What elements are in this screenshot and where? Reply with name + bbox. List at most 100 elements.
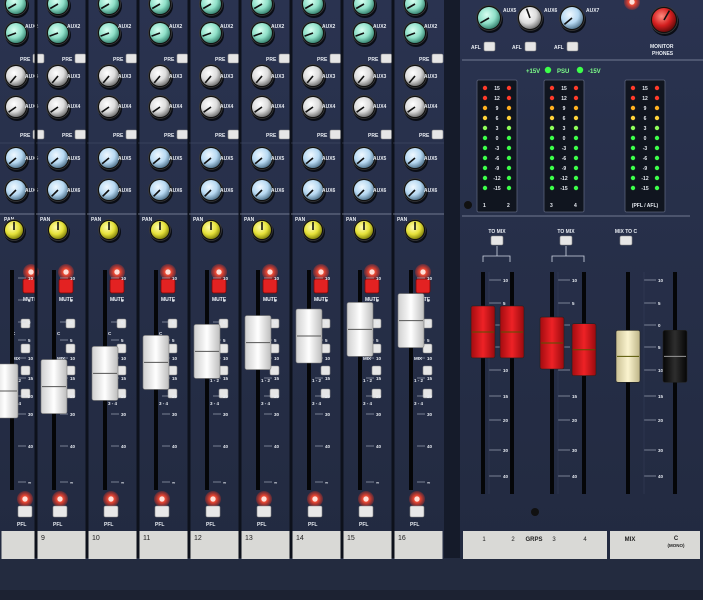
- pre-button[interactable]: [278, 53, 291, 64]
- pfl-button[interactable]: [17, 505, 33, 518]
- pre-button-2[interactable]: [278, 129, 291, 140]
- meter-led: [549, 85, 555, 91]
- meter-led: [482, 105, 488, 111]
- meter-led: [630, 145, 636, 151]
- to-mix-button-1[interactable]: [490, 235, 504, 246]
- grps-label: GRPS: [525, 537, 542, 543]
- aux5-label: AUX5: [271, 156, 285, 162]
- mute-led: [216, 269, 222, 275]
- routing-mix-button[interactable]: [20, 343, 31, 354]
- pre-button[interactable]: [380, 53, 393, 64]
- aux2-label: AUX2: [118, 24, 132, 30]
- afl-button[interactable]: [566, 41, 579, 52]
- pre-button[interactable]: [74, 53, 87, 64]
- pfl-button[interactable]: [358, 505, 374, 518]
- afl-button[interactable]: [524, 41, 537, 52]
- routing-threefour-label: 3 - 4: [210, 401, 220, 406]
- pre-button-2[interactable]: [227, 129, 240, 140]
- pfl-button[interactable]: [307, 505, 323, 518]
- pre-button-2[interactable]: [380, 129, 393, 140]
- pfl-button[interactable]: [154, 505, 170, 518]
- scale-label: 10: [70, 276, 76, 281]
- pre-button-2[interactable]: [329, 129, 342, 140]
- pre-button[interactable]: [227, 53, 240, 64]
- routing-mix-button[interactable]: [422, 343, 433, 354]
- mute-button[interactable]: [364, 278, 380, 294]
- afl-label: AFL: [512, 45, 522, 51]
- scale-label: ∞: [223, 480, 226, 485]
- scale-label: 30: [427, 412, 433, 417]
- pre-label: PRE: [419, 57, 430, 63]
- scale-label: 40: [121, 444, 127, 449]
- aux6-label: AUX6: [67, 188, 81, 194]
- master-scale-label: 20: [572, 418, 578, 423]
- afl-button[interactable]: [483, 41, 496, 52]
- pan-label: PAN: [193, 217, 204, 223]
- phones-label: PHONES: [652, 51, 674, 57]
- pfl-led: [210, 496, 216, 502]
- routing-onetwo-button[interactable]: [167, 365, 178, 376]
- pre-button[interactable]: [329, 53, 342, 64]
- routing-onetwo-button[interactable]: [20, 365, 31, 376]
- channel-number: 11: [143, 535, 150, 542]
- routing-onetwo-button[interactable]: [320, 365, 331, 376]
- aux4-label: AUX4: [373, 104, 387, 110]
- routing-onetwo-button[interactable]: [65, 365, 76, 376]
- pre-button-2[interactable]: [125, 129, 138, 140]
- pfl-button[interactable]: [103, 505, 119, 518]
- meter-scale-label: 9: [563, 106, 566, 112]
- routing-onetwo-button[interactable]: [371, 365, 382, 376]
- pre-button[interactable]: [176, 53, 189, 64]
- panel-screw: [464, 201, 472, 209]
- meter-scale-label: 12: [642, 96, 648, 102]
- panel-screw-2: [531, 508, 539, 516]
- mute-button[interactable]: [313, 278, 329, 294]
- routing-mix-button[interactable]: [371, 343, 382, 354]
- routing-onetwo-button[interactable]: [422, 365, 433, 376]
- routing-mix-button[interactable]: [167, 343, 178, 354]
- pfl-button[interactable]: [409, 505, 425, 518]
- pfl-button[interactable]: [256, 505, 272, 518]
- aux2-label: AUX2: [271, 24, 285, 30]
- mute-button[interactable]: [262, 278, 278, 294]
- aux5-label: AUX5: [322, 156, 336, 162]
- to-mix-button-2[interactable]: [559, 235, 573, 246]
- console-lip: [0, 590, 703, 600]
- meter-scale-label: -9: [495, 166, 500, 172]
- mute-button[interactable]: [415, 278, 431, 294]
- routing-mix-button[interactable]: [320, 343, 331, 354]
- pre-button[interactable]: [431, 53, 444, 64]
- routing-mix-button[interactable]: [269, 343, 280, 354]
- mix-to-c-button[interactable]: [619, 235, 633, 246]
- pre-button[interactable]: [125, 53, 138, 64]
- aux4-label: AUX4: [118, 104, 132, 110]
- pfl-button[interactable]: [52, 505, 68, 518]
- pre-button-2[interactable]: [431, 129, 444, 140]
- mute-button[interactable]: [109, 278, 125, 294]
- routing-mix-button[interactable]: [65, 343, 76, 354]
- aux6-label: AUX6: [169, 188, 183, 194]
- master-fader-track: [481, 272, 485, 494]
- pre-button-2[interactable]: [74, 129, 87, 140]
- meter-scale-label: -3: [643, 146, 648, 152]
- routing-onetwo-button[interactable]: [116, 365, 127, 376]
- aux6-label: AUX6: [424, 188, 438, 194]
- master-scale-label: 10: [503, 278, 509, 283]
- routing-onetwo-button[interactable]: [269, 365, 280, 376]
- mute-button[interactable]: [58, 278, 74, 294]
- pfl-button[interactable]: [205, 505, 221, 518]
- mute-button[interactable]: [160, 278, 176, 294]
- scale-label: 10: [28, 356, 34, 361]
- pre-button-2[interactable]: [176, 129, 189, 140]
- mute-led: [63, 269, 69, 275]
- to-mix-button-1-label: TO MIX: [488, 229, 506, 235]
- master-fader-track: [582, 272, 586, 494]
- pan-label: PAN: [397, 217, 408, 223]
- scale-label: 20: [427, 394, 433, 399]
- mute-button[interactable]: [211, 278, 227, 294]
- routing-mix-button[interactable]: [218, 343, 229, 354]
- aux3-label: AUX3: [424, 74, 438, 80]
- pan-label: PAN: [295, 217, 306, 223]
- routing-onetwo-button[interactable]: [218, 365, 229, 376]
- routing-mix-button[interactable]: [116, 343, 127, 354]
